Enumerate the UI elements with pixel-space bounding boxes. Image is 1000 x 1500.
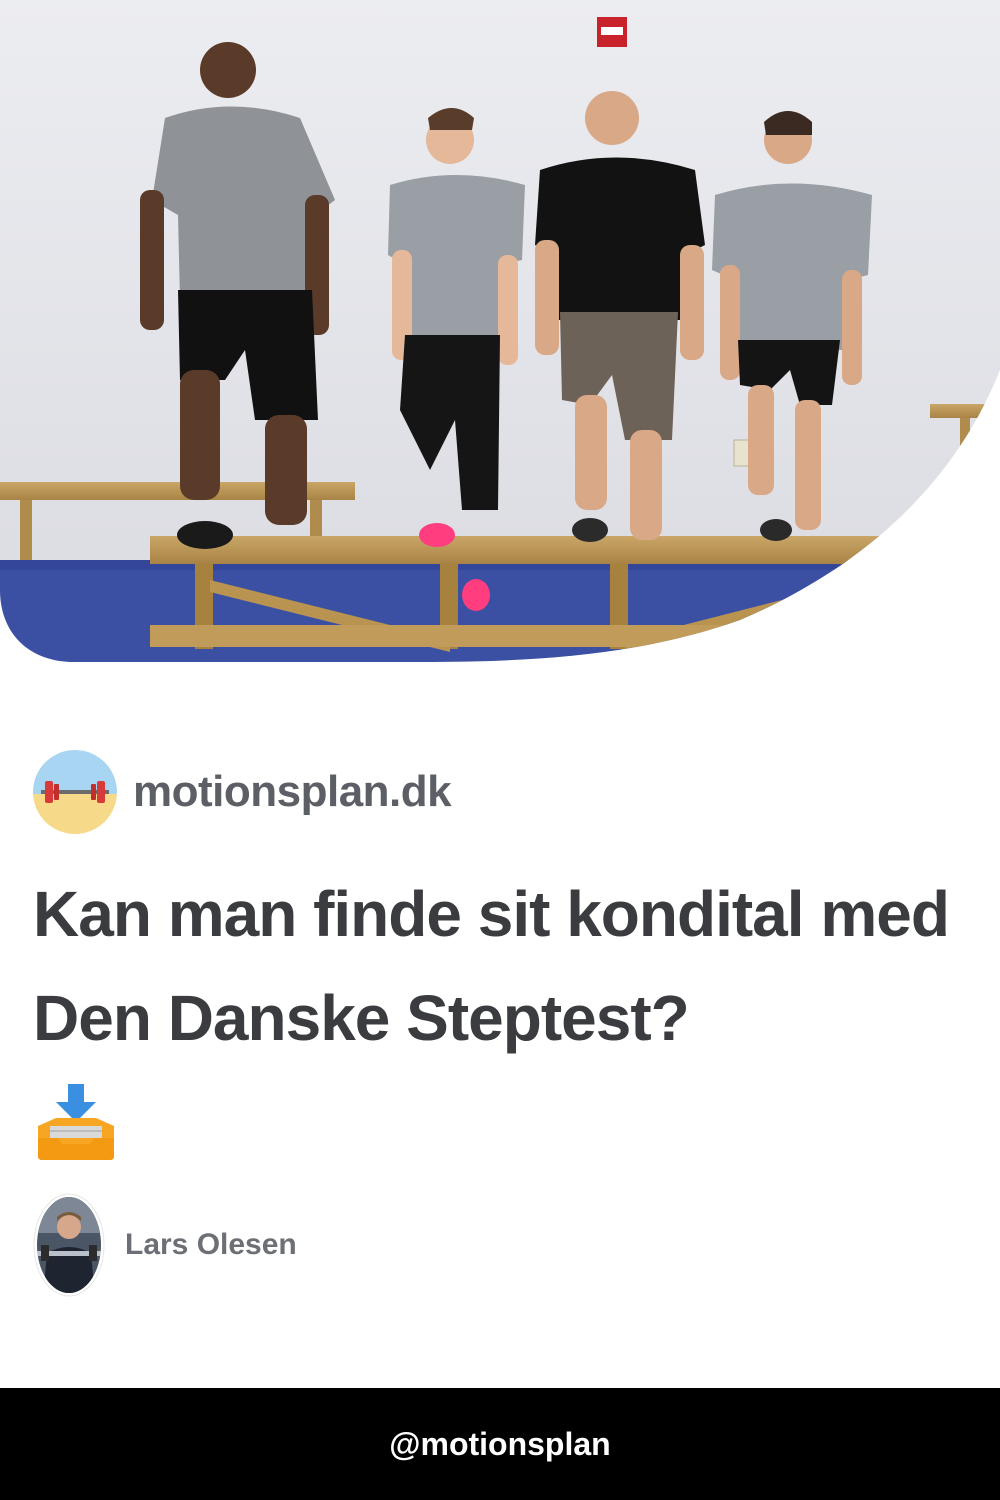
site-header: motionsplan.dk: [33, 750, 452, 834]
site-name[interactable]: motionsplan.dk: [133, 767, 452, 817]
social-handle[interactable]: @motionsplan: [389, 1426, 610, 1463]
author-name[interactable]: Lars Olesen: [125, 1228, 297, 1262]
author-avatar[interactable]: [33, 1193, 105, 1297]
hero-image: [0, 0, 1000, 665]
footer-bar: @motionsplan: [0, 1388, 1000, 1500]
inbox-tray-download-icon: [34, 1082, 118, 1162]
barbell-icon[interactable]: [33, 750, 117, 834]
article-title: Kan man finde sit kondital med Den Dansk…: [33, 878, 950, 1054]
author-byline: Lars Olesen: [33, 1193, 297, 1297]
